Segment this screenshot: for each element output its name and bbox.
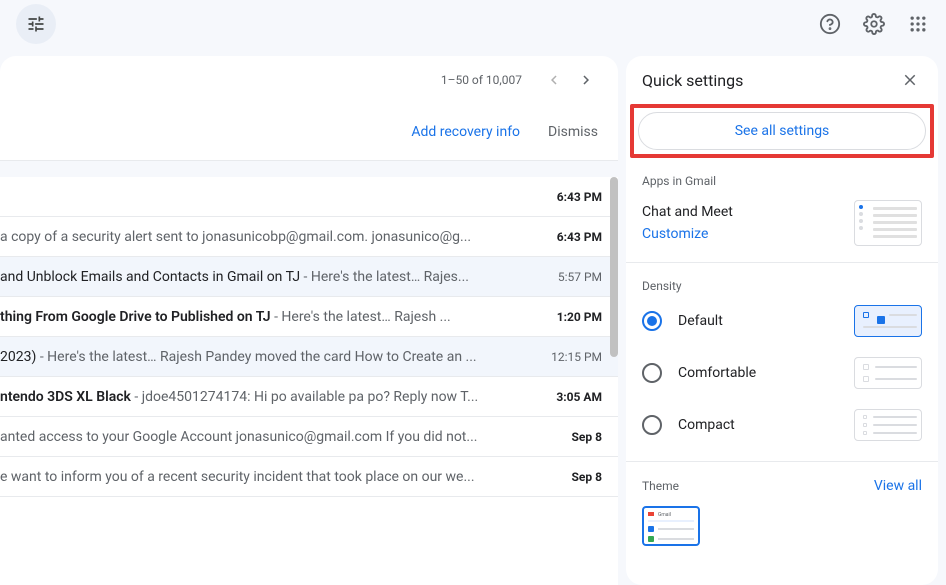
list-toolbar: 1–50 of 10,007 (0, 56, 618, 104)
email-content: a copy of a security alert sent to jonas… (0, 229, 541, 245)
email-row[interactable]: a copy of a security alert sent to jonas… (0, 217, 618, 257)
density-section: Density Default Comfortable (626, 263, 938, 462)
density-comfortable-label: Comfortable (678, 365, 756, 381)
email-content: anted access to your Google Account jona… (0, 429, 556, 445)
email-row[interactable]: 6:43 PM (0, 177, 618, 217)
prev-page-button[interactable] (538, 64, 570, 96)
density-compact-label: Compact (678, 417, 735, 433)
email-snippet: e want to inform you of a recent securit… (0, 469, 475, 485)
density-default-thumb (854, 305, 922, 337)
radio-comfortable[interactable] (642, 363, 662, 383)
close-icon (901, 71, 919, 89)
quick-settings-title: Quick settings (642, 71, 743, 90)
chevron-left-icon (545, 71, 563, 89)
recovery-banner: Add recovery info Dismiss (0, 104, 618, 161)
tune-search-button[interactable] (16, 4, 56, 44)
email-date: 12:15 PM (551, 350, 602, 364)
scrollbar[interactable] (610, 177, 618, 585)
email-date: 1:20 PM (557, 310, 602, 324)
email-list: 6:43 PM a copy of a security alert sent t… (0, 177, 618, 585)
email-snippet: anted access to your Google Account jona… (0, 429, 477, 445)
theme-option[interactable]: Gmail (642, 506, 700, 546)
density-compact-thumb (854, 409, 922, 441)
email-date: Sep 8 (572, 430, 603, 444)
email-row[interactable]: thing From Google Drive to Published on … (0, 297, 618, 337)
email-subject: ntendo 3DS XL Black (0, 389, 131, 405)
radio-compact[interactable] (642, 415, 662, 435)
email-subject: thing From Google Drive to Published on … (0, 309, 271, 325)
apps-section-title: Apps in Gmail (642, 174, 922, 188)
apps-button[interactable] (898, 4, 938, 44)
email-date: 6:43 PM (557, 190, 602, 204)
density-default-label: Default (678, 313, 723, 329)
pagination-text: 1–50 of 10,007 (441, 73, 522, 87)
chevron-right-icon (577, 71, 595, 89)
email-snippet: - jdoe4501274174: Hi po available pa po?… (131, 389, 478, 405)
theme-section: Theme View all Gmail (626, 462, 938, 562)
see-all-settings-button[interactable]: See all settings (638, 112, 926, 150)
email-row[interactable]: and Unblock Emails and Contacts in Gmail… (0, 257, 618, 297)
email-row[interactable]: ntendo 3DS XL Black - jdoe4501274174: Hi… (0, 377, 618, 417)
apps-icon (908, 14, 928, 34)
email-snippet: a copy of a security alert sent to jonas… (0, 229, 471, 245)
settings-button[interactable] (854, 4, 894, 44)
email-date: 3:05 AM (556, 390, 602, 404)
email-content: thing From Google Drive to Published on … (0, 309, 541, 325)
radio-default[interactable] (642, 311, 662, 331)
email-content: e want to inform you of a recent securit… (0, 469, 556, 485)
add-recovery-link[interactable]: Add recovery info (411, 124, 520, 140)
density-compact[interactable]: Compact (642, 409, 922, 441)
email-date: Sep 8 (572, 470, 603, 484)
chat-meet-label: Chat and Meet (642, 204, 733, 220)
dismiss-button[interactable]: Dismiss (548, 124, 598, 140)
email-subject: and Unblock Emails and Contacts in Gmail… (0, 269, 300, 285)
view-all-link[interactable]: View all (874, 478, 922, 494)
email-row[interactable]: anted access to your Google Account jona… (0, 417, 618, 457)
email-row[interactable]: e want to inform you of a recent securit… (0, 457, 618, 497)
help-icon (819, 13, 841, 35)
customize-link[interactable]: Customize (642, 226, 733, 242)
email-subject: 2023) (0, 349, 36, 365)
density-default[interactable]: Default (642, 305, 922, 337)
quick-settings-panel: Quick settings See all settings Apps in … (626, 56, 938, 585)
email-content: ntendo 3DS XL Black - jdoe4501274174: Hi… (0, 389, 540, 405)
email-date: 6:43 PM (557, 230, 602, 244)
email-snippet: - Here's the latest… Rajesh ... (271, 309, 451, 325)
help-button[interactable] (810, 4, 850, 44)
density-comfortable[interactable]: Comfortable (642, 357, 922, 389)
gear-icon (863, 13, 885, 35)
density-section-title: Density (642, 279, 922, 293)
apps-section: Apps in Gmail Chat and Meet Customize (626, 158, 938, 263)
next-page-button[interactable] (570, 64, 602, 96)
email-snippet: - Here's the latest… Rajesh Pandey moved… (36, 349, 476, 365)
email-content: 2023) - Here's the latest… Rajesh Pandey… (0, 349, 535, 365)
email-row[interactable]: 2023) - Here's the latest… Rajesh Pandey… (0, 337, 618, 377)
scrollbar-thumb[interactable] (610, 177, 618, 357)
close-button[interactable] (898, 68, 922, 92)
highlighted-area: See all settings (630, 104, 934, 158)
email-snippet: - Here's the latest… Rajes... (300, 269, 469, 285)
email-content: and Unblock Emails and Contacts in Gmail… (0, 269, 542, 285)
email-date: 5:57 PM (558, 270, 602, 284)
tune-icon (26, 14, 46, 34)
theme-section-title: Theme (642, 479, 679, 493)
density-comfortable-thumb (854, 357, 922, 389)
apps-thumbnail (854, 200, 922, 246)
